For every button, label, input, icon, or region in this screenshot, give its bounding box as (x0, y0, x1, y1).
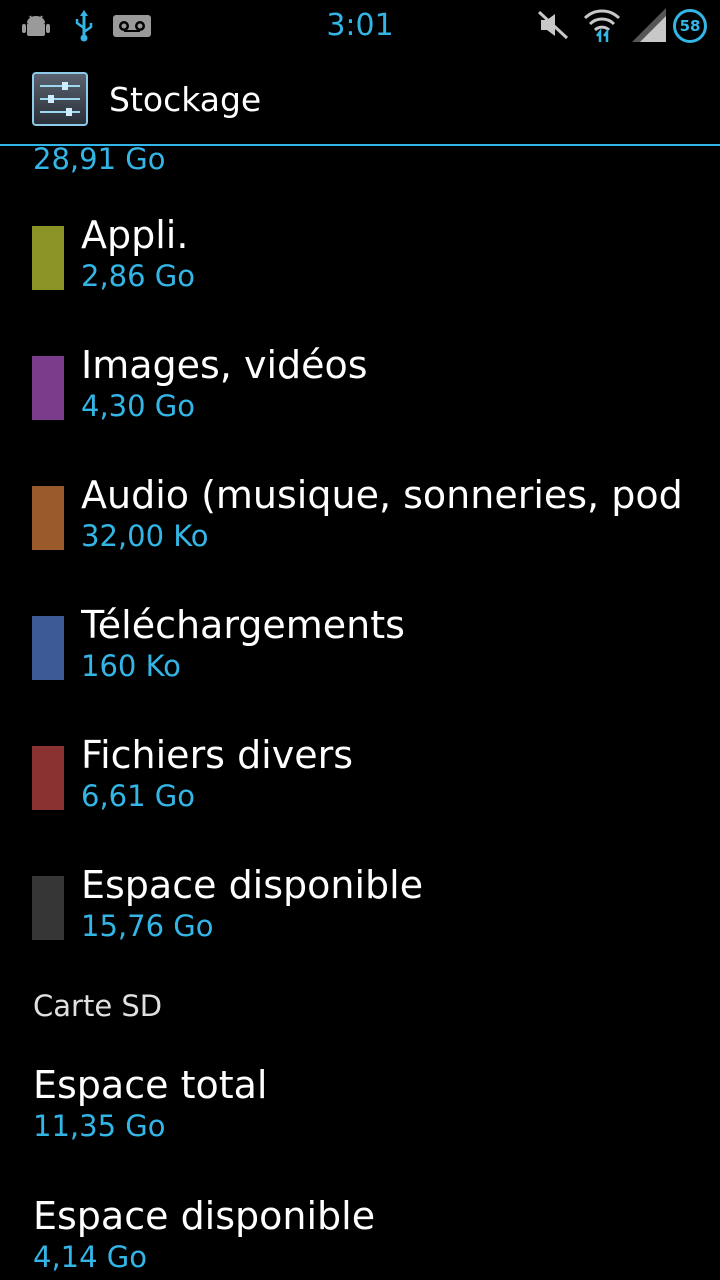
color-swatch (32, 616, 64, 680)
wifi-icon (583, 6, 621, 48)
sd-total-space[interactable]: Espace total 11,35 Go (0, 1063, 720, 1186)
item-label: Espace disponible (33, 1194, 376, 1238)
item-label: Appli. (81, 213, 189, 257)
storage-list[interactable]: 28,91 Go Appli. 2,86 Go Images, vidéos 4… (0, 146, 720, 1280)
color-swatch (32, 356, 64, 420)
color-swatch (32, 226, 64, 290)
status-bar: 3:01 58 (0, 0, 720, 50)
color-swatch (32, 486, 64, 550)
item-label: Espace disponible (81, 863, 424, 907)
section-header-sd-card: Carte SD (33, 989, 163, 1023)
item-value: 6,61 Go (81, 779, 196, 813)
item-label: Images, vidéos (81, 343, 368, 387)
item-value: 4,14 Go (33, 1240, 148, 1274)
item-value: 4,30 Go (81, 389, 196, 423)
action-bar: Stockage (0, 50, 720, 144)
muted-icon (537, 10, 569, 44)
storage-item-available[interactable]: Espace disponible 15,76 Go (0, 863, 720, 986)
item-value: 15,76 Go (81, 909, 214, 943)
item-value: 32,00 Ko (81, 519, 209, 553)
color-swatch (32, 876, 64, 940)
item-label: Espace total (33, 1063, 268, 1107)
storage-item-downloads[interactable]: Téléchargements 160 Ko (0, 603, 720, 726)
sd-available-space[interactable]: Espace disponible 4,14 Go (0, 1194, 720, 1280)
storage-screen: 3:01 58 Stockage 28,91 Go Appli. 2,86 Go… (0, 0, 720, 1280)
settings-sliders-icon[interactable] (32, 72, 88, 126)
item-label: Fichiers divers (81, 733, 354, 777)
storage-item-images-videos[interactable]: Images, vidéos 4,30 Go (0, 343, 720, 466)
page-title: Stockage (109, 80, 262, 119)
color-swatch (32, 746, 64, 810)
storage-item-apps[interactable]: Appli. 2,86 Go (0, 213, 720, 336)
battery-icon: 58 (673, 9, 707, 43)
total-storage-value: 28,91 Go (33, 146, 166, 176)
storage-item-audio[interactable]: Audio (musique, sonneries, podcasts, etc… (0, 473, 720, 596)
storage-item-misc-files[interactable]: Fichiers divers 6,61 Go (0, 733, 720, 856)
item-label: Audio (musique, sonneries, podcasts, etc… (81, 473, 683, 517)
item-value: 2,86 Go (81, 259, 196, 293)
item-label: Téléchargements (81, 603, 405, 647)
item-value: 160 Ko (81, 649, 181, 683)
item-value: 11,35 Go (33, 1109, 166, 1143)
signal-icon (632, 8, 666, 46)
